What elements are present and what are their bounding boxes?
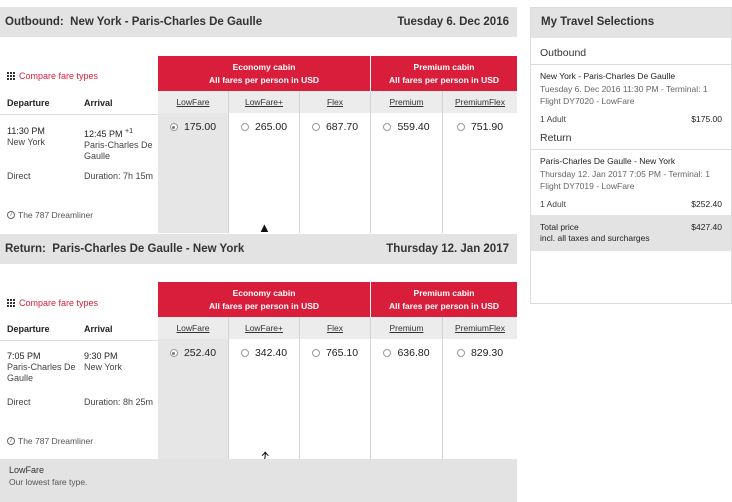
radio[interactable]: [456, 123, 465, 131]
outbound-header: Outbound: New York - Paris-Charles De Ga…: [0, 7, 517, 37]
return-flight-info: Compare fare types Departure Arrival 7:0…: [0, 264, 158, 459]
grid-icon: [7, 72, 15, 80]
fare-type-description: LowFare Our lowest fare type.: [0, 459, 517, 502]
arrival-info: 9:30 PM New York: [84, 351, 123, 372]
travel-selections-panel: My Travel Selections Outbound New York -…: [530, 7, 732, 304]
departure-info: 7:05 PM Paris-Charles De Gaulle: [7, 351, 76, 383]
aircraft-info[interactable]: i The 787 Dreamliner: [7, 210, 93, 220]
fare-type-premiumflex[interactable]: PremiumFlex: [443, 91, 517, 113]
fare-option-flex[interactable]: 687.70: [300, 113, 371, 233]
fare-type-flex[interactable]: Flex: [300, 317, 371, 339]
total-price: Total price incl. all taxes and surcharg…: [531, 215, 731, 251]
info-icon: i: [7, 437, 15, 445]
radio[interactable]: [383, 349, 392, 357]
fare-type-premium[interactable]: Premium: [371, 317, 443, 339]
flight-selection-panel: Outbound: New York - Paris-Charles De Ga…: [0, 0, 517, 502]
return-date: Thursday 12. Jan 2017: [386, 243, 509, 255]
stops-label: Direct: [7, 171, 31, 181]
radio[interactable]: [311, 349, 320, 357]
radio[interactable]: [456, 349, 465, 357]
fare-option-lowfare[interactable]: 252.40: [158, 339, 229, 459]
economy-cabin-header: Economy cabin All fares per person in US…: [158, 56, 371, 91]
departure-info: 11:30 PM New York: [7, 126, 46, 147]
outbound-fare-grid: Economy cabin All fares per person in US…: [158, 56, 517, 233]
fare-option-premium[interactable]: 636.80: [371, 339, 443, 459]
total-value: $427.40: [691, 222, 722, 232]
selection-outbound-detail: Tuesday 6. Dec 2016 11:30 PM - Terminal:…: [540, 84, 708, 94]
radio-selected[interactable]: [169, 123, 178, 131]
outbound-title: Outbound: New York - Paris-Charles De Ga…: [5, 16, 263, 28]
return-flight-row: Compare fare types Departure Arrival 7:0…: [0, 264, 517, 468]
fare-type-lowfare[interactable]: LowFare: [158, 91, 229, 113]
total-label: Total price: [540, 222, 579, 232]
fare-type-premium[interactable]: Premium: [371, 91, 443, 113]
selection-outbound-pax: 1 Adult $175.00: [540, 114, 722, 124]
selection-return-detail: Thursday 12. Jan 2017 7:05 PM - Terminal…: [540, 169, 710, 179]
return-title: Return: Paris-Charles De Gaulle - New Yo…: [5, 243, 245, 255]
compare-fare-types-link[interactable]: Compare fare types: [7, 71, 98, 81]
grid-icon: [7, 299, 15, 307]
aircraft-info[interactable]: i The 787 Dreamliner: [7, 436, 93, 446]
fare-option-lowfare-plus[interactable]: 342.40: [229, 339, 300, 459]
arrival-heading: Arrival: [84, 324, 113, 334]
fare-option-lowfare-plus[interactable]: 265.00: [229, 113, 300, 233]
radio-selected[interactable]: [169, 349, 178, 357]
total-note: incl. all taxes and surcharges: [540, 233, 650, 243]
fare-option-premiumflex[interactable]: 751.90: [443, 113, 517, 233]
fare-option-lowfare[interactable]: 175.00: [158, 113, 229, 233]
fare-type-lowfare-plus[interactable]: LowFare+: [229, 91, 300, 113]
fare-type-flex[interactable]: Flex: [300, 91, 371, 113]
fare-description-title: LowFare: [9, 465, 45, 475]
info-icon: i: [7, 211, 15, 219]
fare-type-lowfare[interactable]: LowFare: [158, 317, 229, 339]
duration-label: Duration: 8h 25m: [84, 397, 154, 407]
premium-cabin-header: Premium cabin All fares per person in US…: [371, 56, 517, 91]
selection-outbound-flight: Flight DY7020 - LowFare: [540, 96, 635, 106]
return-fare-grid: Economy cabin All fares per person in US…: [158, 282, 517, 459]
economy-cabin-header: Economy cabin All fares per person in US…: [158, 282, 371, 317]
arrival-info: 12:45 PM +1 Paris-Charles De Gaulle: [84, 128, 153, 161]
selection-return-pax: 1 Adult $252.40: [540, 199, 722, 209]
fare-description-text: Our lowest fare type.: [9, 477, 88, 487]
return-header: Return: Paris-Charles De Gaulle - New Yo…: [0, 234, 517, 264]
selections-title: My Travel Selections: [531, 8, 731, 38]
up-arrow-icon: ▲: [258, 220, 271, 235]
selection-outbound-route: New York - Paris-Charles De Gaulle: [540, 71, 676, 81]
outbound-date: Tuesday 6. Dec 2016: [397, 16, 509, 28]
radio[interactable]: [383, 123, 392, 131]
compare-fare-types-link[interactable]: Compare fare types: [7, 298, 98, 308]
fare-type-lowfare-plus[interactable]: LowFare+: [229, 317, 300, 339]
fare-type-premiumflex[interactable]: PremiumFlex: [443, 317, 517, 339]
fare-option-flex[interactable]: 765.10: [300, 339, 371, 459]
radio[interactable]: [240, 349, 249, 357]
departure-heading: Departure: [7, 98, 50, 108]
radio[interactable]: [311, 123, 320, 131]
outbound-flight-row: Compare fare types Departure Arrival 11:…: [0, 37, 517, 235]
arrival-heading: Arrival: [84, 98, 113, 108]
fare-option-premium[interactable]: 559.40: [371, 113, 443, 233]
selection-outbound-label: Outbound: [540, 47, 587, 59]
premium-cabin-header: Premium cabin All fares per person in US…: [371, 282, 517, 317]
departure-heading: Departure: [7, 324, 50, 334]
duration-label: Duration: 7h 15m: [84, 171, 154, 181]
outbound-flight-info: Compare fare types Departure Arrival 11:…: [0, 37, 158, 234]
radio[interactable]: [240, 123, 249, 131]
selection-return-route: Paris-Charles De Gaulle - New York: [540, 156, 676, 166]
selection-return-label: Return: [540, 132, 572, 144]
stops-label: Direct: [7, 397, 31, 407]
fare-option-premiumflex[interactable]: 829.30: [443, 339, 517, 459]
selection-return-flight: Flight DY7019 - LowFare: [540, 181, 635, 191]
